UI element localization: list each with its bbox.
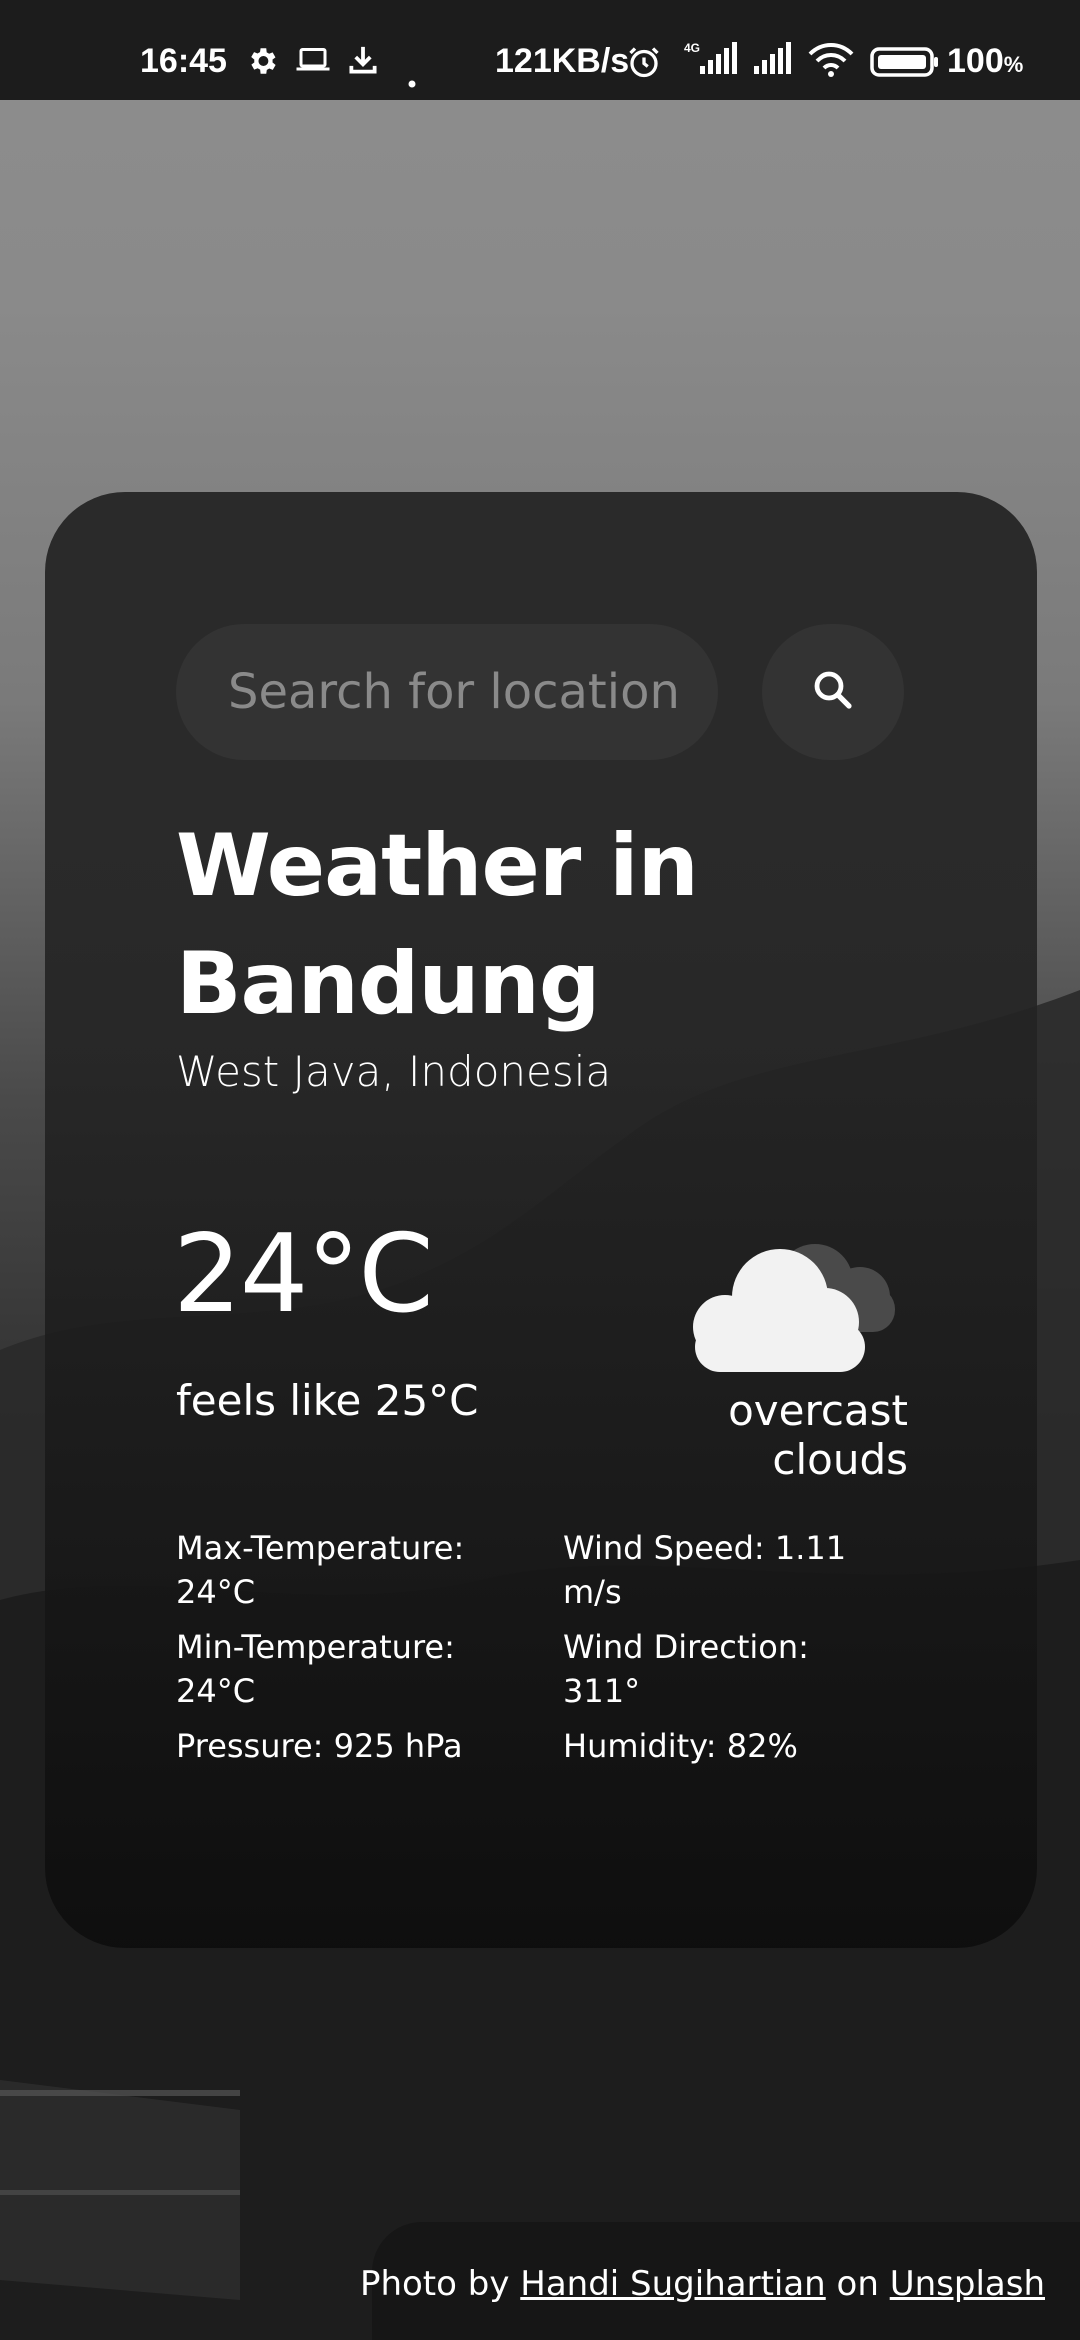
alarm-icon [626, 44, 662, 89]
settings-icon [245, 44, 279, 87]
overcast-clouds-icon [675, 1227, 915, 1381]
signal-4g-icon: 4G [682, 40, 742, 89]
signal-icon [752, 40, 796, 89]
current-temperature: 24°C [173, 1212, 434, 1337]
search-icon [809, 666, 857, 718]
weather-description: overcast clouds [728, 1386, 908, 1484]
network-speed: 121KB/s [495, 42, 630, 80]
feels-like: feels like 25°C [176, 1376, 479, 1425]
credit-prefix: Photo by [359, 2264, 510, 2304]
search-input[interactable] [228, 624, 690, 760]
battery-icon [870, 46, 940, 87]
wind-direction: Wind Direction: 311° [563, 1628, 809, 1710]
status-time: 16:45 [140, 42, 227, 80]
humidity: Humidity: 82% [563, 1727, 798, 1765]
svg-text:4G: 4G [684, 41, 700, 55]
pressure: Pressure: 925 hPa [176, 1727, 463, 1765]
weather-card: Weather in Bandung West Java, Indonesia … [45, 492, 1037, 1948]
location-region: West Java, Indonesia [176, 1047, 612, 1096]
battery-percent: 100% [947, 42, 1024, 80]
page-title: Weather in Bandung [176, 816, 699, 1034]
min-temperature: Min-Temperature: 24°C [176, 1628, 455, 1710]
search-button[interactable] [762, 624, 904, 760]
credit-author-link[interactable]: Handi Sugihartian [520, 2264, 825, 2304]
status-bar: 16:45 121KB/s 4G 100% [0, 0, 1080, 100]
credit-middle: on [836, 2264, 879, 2304]
wifi-icon [806, 40, 856, 89]
max-temperature: Max-Temperature: 24°C [176, 1529, 465, 1611]
laptop-icon [295, 44, 331, 85]
download-icon [348, 44, 378, 85]
dot-icon [408, 58, 416, 97]
credit-source-link[interactable]: Unsplash [890, 2264, 1045, 2304]
photo-credit: Photo by Handi Sugihartian on Unsplash [360, 2222, 1080, 2340]
search-box[interactable] [176, 624, 718, 760]
wind-speed: Wind Speed: 1.11 m/s [563, 1529, 847, 1611]
